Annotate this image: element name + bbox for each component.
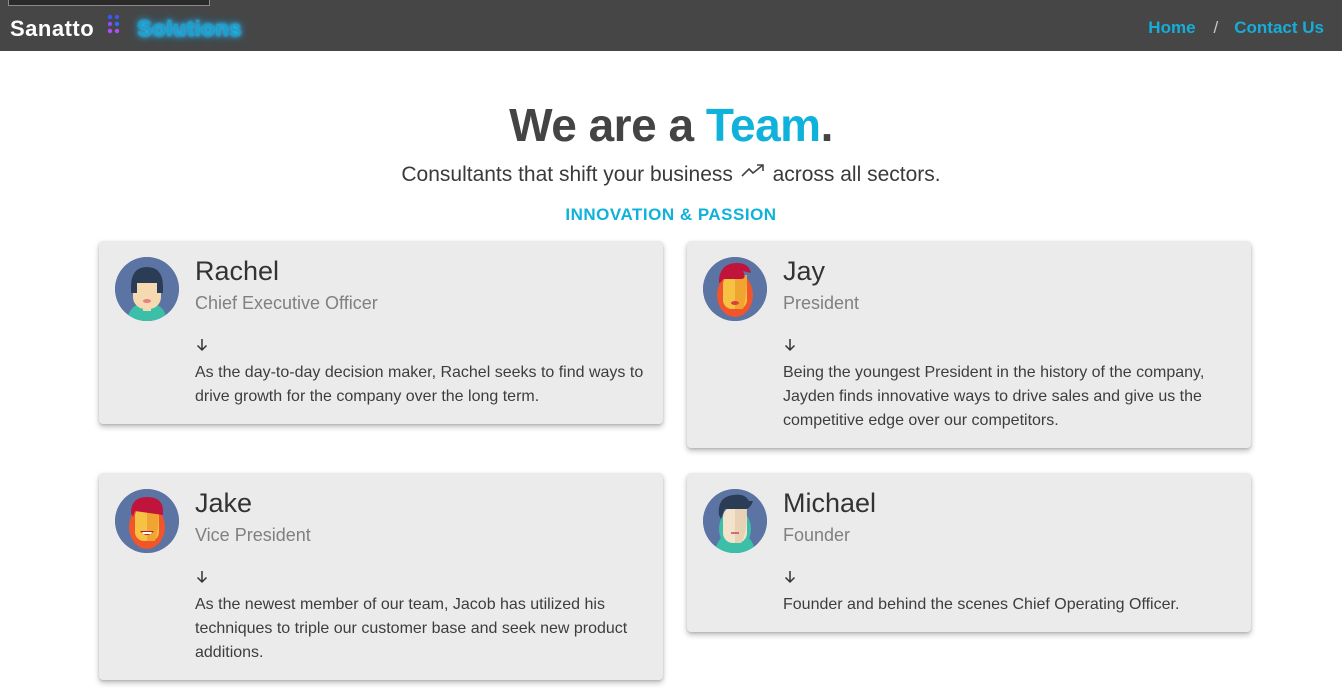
member-name: Michael: [783, 488, 877, 518]
browser-tooltip: [8, 0, 210, 6]
team-card-jay: Jay President Being the youngest Preside…: [687, 241, 1251, 448]
page-title: We are a Team.: [0, 98, 1342, 152]
nav-separator: /: [1213, 18, 1219, 37]
member-name: Jay: [783, 256, 826, 286]
man-avatar-icon: [703, 489, 767, 553]
member-description: As the newest member of our team, Jacob …: [195, 596, 628, 661]
nav-home-link[interactable]: Home: [1148, 18, 1195, 38]
member-role: Founder: [783, 525, 851, 545]
member-description: As the day-to-day decision maker, Rachel…: [195, 364, 644, 405]
member-role: Chief Executive Officer: [195, 293, 378, 313]
arrow-down-icon: [784, 339, 796, 352]
member-role: President: [783, 293, 860, 313]
title-prefix: We are a: [509, 99, 706, 151]
dots-grid-icon: [107, 14, 120, 34]
member-name: Jake: [195, 488, 253, 518]
team-card-rachel: Rachel Chief Executive Officer As the da…: [99, 241, 663, 424]
brand-name: Sanatto: [10, 16, 95, 41]
nav-contact-link[interactable]: Contact Us: [1234, 18, 1324, 38]
subtitle-before: Consultants that shift your business: [401, 163, 733, 186]
page-subtitle: Consultants that shift your business acr…: [0, 163, 1342, 187]
title-accent: Team: [705, 99, 821, 151]
member-description: Founder and behind the scenes Chief Oper…: [783, 596, 1180, 613]
navbar: Sanatto Solutions Home / Contact Us: [0, 0, 1342, 51]
brand-accent: Solutions: [137, 16, 242, 41]
subtitle-after: across all sectors.: [772, 163, 941, 186]
woman-avatar-icon: [115, 257, 179, 321]
team-card-jake: Jake Vice President As the newest member…: [99, 473, 663, 680]
tagline: INNOVATION & PASSION: [565, 205, 777, 224]
arrow-down-icon: [196, 339, 208, 352]
member-name: Rachel: [195, 256, 280, 286]
man-avatar-icon: [115, 489, 179, 553]
team-card-michael: Michael Founder Founder and behind the s…: [687, 473, 1251, 632]
brand-logo[interactable]: Sanatto Solutions: [10, 14, 242, 44]
man-avatar-icon: [703, 257, 767, 321]
arrow-down-icon: [196, 571, 208, 584]
trending-up-icon: [741, 164, 764, 177]
member-description: Being the youngest President in the hist…: [783, 364, 1205, 429]
member-role: Vice President: [195, 525, 311, 545]
arrow-down-icon: [784, 571, 796, 584]
nav-links: Home / Contact Us: [1148, 18, 1324, 38]
title-suffix: .: [820, 99, 834, 151]
